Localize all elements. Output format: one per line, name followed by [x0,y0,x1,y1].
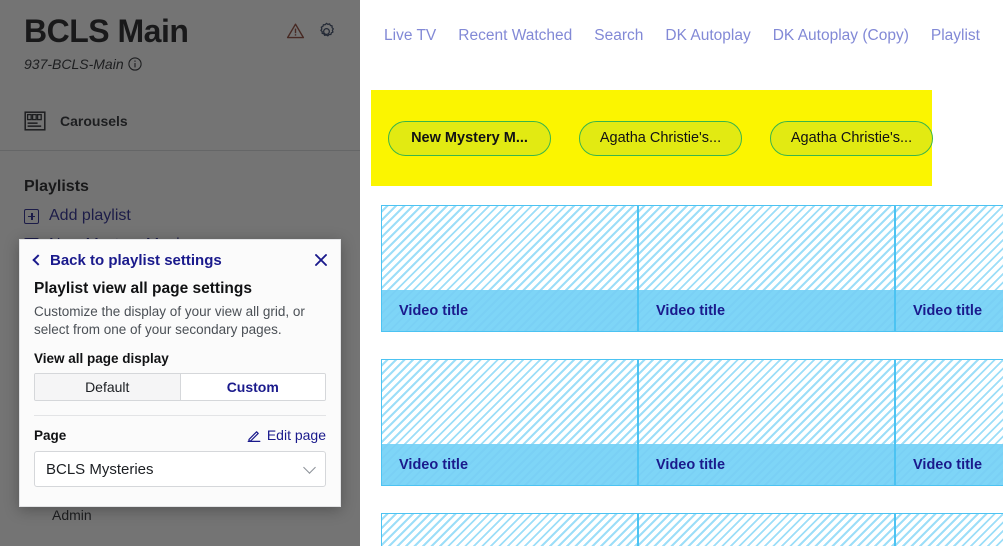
video-card-title: Video title [656,456,726,473]
tab-dk-autoplay-copy[interactable]: DK Autoplay (Copy) [773,27,909,45]
video-card[interactable] [895,513,1003,546]
pill-agatha-christies-2[interactable]: Agatha Christie's... [770,120,933,156]
tab-search[interactable]: Search [594,27,643,45]
view-all-display-segmented-control: Default Custom [34,373,326,401]
sidebar-header: BCLS Main [24,8,336,54]
edit-page-button[interactable]: Edit page [247,427,326,443]
video-card[interactable] [638,513,895,546]
warning-triangle-icon[interactable] [286,22,305,40]
video-card[interactable] [381,513,638,546]
dialog-description: Customize the display of your view all g… [34,304,305,337]
chevron-left-icon [32,253,44,266]
pill-new-mystery-movies[interactable]: New Mystery M... [388,120,551,156]
page-title: BCLS Main [24,13,189,49]
preview-pane: Live TV Recent Watched Search DK Autopla… [360,0,1003,546]
back-to-playlist-settings-button[interactable]: Back to playlist settings [32,251,222,269]
video-card[interactable]: Video title [381,359,638,486]
dialog-heading: Playlist view all page settings [34,280,252,297]
video-card[interactable]: Video title [638,205,895,332]
video-card-title: Video title [913,456,983,473]
tab-live-tv[interactable]: Live TV [384,27,436,45]
segment-custom-button[interactable]: Custom [180,374,325,400]
video-card-title-bar: Video title [382,444,637,485]
sidebar-item-carousels[interactable]: Carousels [24,110,128,132]
segment-default-button[interactable]: Default [35,374,181,400]
video-card-title-bar: Video title [382,290,637,331]
plus-box-icon [24,208,39,224]
playlist-filter-highlight-region: New Mystery M... Agatha Christie's... Ag… [371,90,933,186]
video-card[interactable]: Video title [895,359,1003,486]
tab-recent-watched[interactable]: Recent Watched [458,27,572,45]
add-playlist-link[interactable]: Add playlist [24,207,131,225]
preview-tab-bar: Live TV Recent Watched Search DK Autopla… [360,0,1003,72]
page-select[interactable]: BCLS Mysteries [34,451,326,487]
pill-agatha-christies-1[interactable]: Agatha Christie's... [579,120,742,156]
header-icon-group [286,22,336,41]
video-card-title-bar: Video title [896,290,1003,331]
pencil-icon [247,428,261,442]
view-all-page-display-label: View all page display [34,351,169,366]
video-card-title-bar: Video title [639,444,894,485]
video-grid: Video title Video title Video title Vide… [360,200,1003,546]
chevron-down-icon [303,460,316,474]
dialog-body: Playlist view all page settings Customiz… [20,280,340,487]
app-root: BCLS Main 937-BCLS-Main Carousels Playli… [0,0,1003,546]
edit-page-label: Edit page [266,427,326,443]
sidebar-section-playlists: Playlists [24,178,89,195]
close-icon[interactable] [312,251,330,269]
video-card-title-bar: Video title [896,444,1003,485]
video-card[interactable]: Video title [638,359,895,486]
video-card[interactable]: Video title [381,205,638,332]
sidebar-item-label: Carousels [60,113,128,129]
tab-dk-autoplay[interactable]: DK Autoplay [665,27,750,45]
tab-playlist[interactable]: Playlist [931,27,980,45]
add-playlist-label: Add playlist [49,207,131,224]
account-id: 937-BCLS-Main [24,56,142,72]
back-label: Back to playlist settings [50,251,222,269]
video-card-title: Video title [656,302,726,319]
playlist-pill-row: New Mystery M... Agatha Christie's... Ag… [371,90,933,186]
video-card-title-bar: Video title [639,290,894,331]
sidebar-divider [0,150,360,151]
gear-icon[interactable] [317,22,336,41]
dialog-header: Back to playlist settings [20,240,340,280]
admin-label[interactable]: Admin [52,507,92,523]
carousels-icon [24,110,46,132]
page-field-label: Page [34,427,67,443]
info-circle-icon[interactable] [127,57,142,71]
dialog-divider [34,415,326,416]
playlist-view-all-settings-dialog: Back to playlist settings Playlist view … [19,239,341,507]
video-card-title: Video title [399,456,469,473]
page-row: Page Edit page [34,427,326,443]
video-card-title: Video title [399,302,469,319]
page-select-value: BCLS Mysteries [46,460,154,478]
video-card[interactable]: Video title [895,205,1003,332]
account-id-text: 937-BCLS-Main [24,56,124,72]
video-card-title: Video title [913,302,983,319]
